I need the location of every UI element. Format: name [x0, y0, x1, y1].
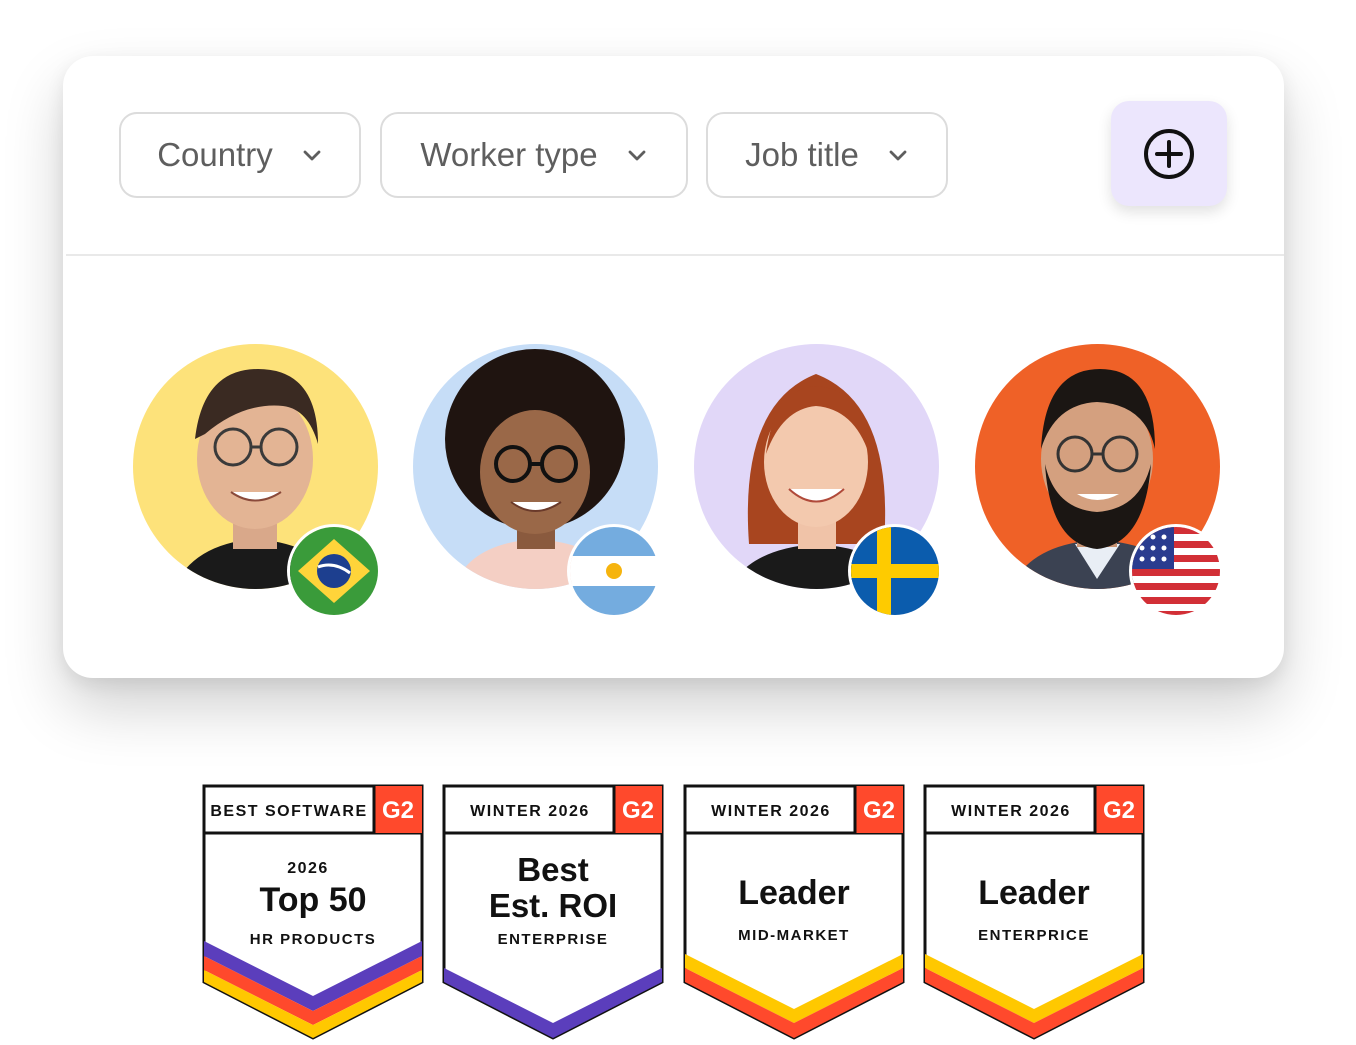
country-filter-dropdown[interactable]: Country	[119, 112, 361, 198]
badge-subtitle: MID-MARKET	[738, 927, 850, 944]
sweden-flag-icon	[851, 527, 939, 615]
chevron-down-icon	[303, 150, 321, 161]
badge-header: WINTER 2026	[951, 803, 1071, 820]
worker-avatar-3[interactable]	[694, 344, 939, 615]
g2-logo: G2	[622, 797, 654, 824]
badge-subtitle: ENTERPRICE	[978, 927, 1090, 944]
chevron-down-icon	[628, 150, 646, 161]
badge-title-line-1: Best	[517, 851, 589, 888]
chevron-down-icon	[889, 150, 907, 161]
usa-flag-icon	[1132, 527, 1220, 615]
g2-badge-top-50: G2 BEST SOFTWARE 2026 Top 50 HR PRODUCTS	[202, 784, 424, 1040]
badge-title: Top 50	[259, 881, 366, 919]
badge-title: Leader	[738, 874, 850, 912]
add-filter-button[interactable]	[1111, 101, 1227, 206]
badge-header: WINTER 2026	[711, 803, 831, 820]
g2-badge-leader-mid-market: G2 WINTER 2026 Leader MID-MARKET	[683, 784, 905, 1040]
badge-header: BEST SOFTWARE	[210, 803, 367, 820]
badge-title: Leader	[978, 874, 1090, 912]
job-title-filter-label: Job title	[745, 136, 859, 173]
g2-logo: G2	[382, 797, 414, 824]
brazil-flag-icon	[290, 527, 378, 615]
plus-circle-icon	[1144, 128, 1194, 179]
divider	[66, 254, 1284, 256]
g2-badge-leader-enterprise: G2 WINTER 2026 Leader ENTERPRICE	[923, 784, 1145, 1040]
job-title-filter-dropdown[interactable]: Job title	[706, 112, 948, 198]
filter-card: Country Worker type Job title	[63, 56, 1284, 678]
badge-title-line-2: Est. ROI	[489, 887, 617, 924]
badge-header: WINTER 2026	[470, 803, 590, 820]
badge-subtitle: ENTERPRISE	[498, 931, 609, 948]
badge-year: 2026	[287, 860, 329, 877]
g2-logo: G2	[863, 797, 895, 824]
badge-subtitle: HR PRODUCTS	[250, 931, 377, 948]
worker-type-filter-dropdown[interactable]: Worker type	[380, 112, 688, 198]
g2-badge-best-roi: G2 WINTER 2026 Best Est. ROI ENTERPRISE	[442, 784, 664, 1040]
worker-avatar-1[interactable]	[133, 344, 378, 615]
worker-type-filter-label: Worker type	[420, 136, 598, 173]
g2-logo: G2	[1103, 797, 1135, 824]
country-filter-label: Country	[157, 136, 273, 173]
worker-avatar-2[interactable]	[413, 344, 658, 615]
worker-avatar-4[interactable]	[975, 344, 1220, 615]
argentina-flag-icon	[570, 527, 658, 615]
